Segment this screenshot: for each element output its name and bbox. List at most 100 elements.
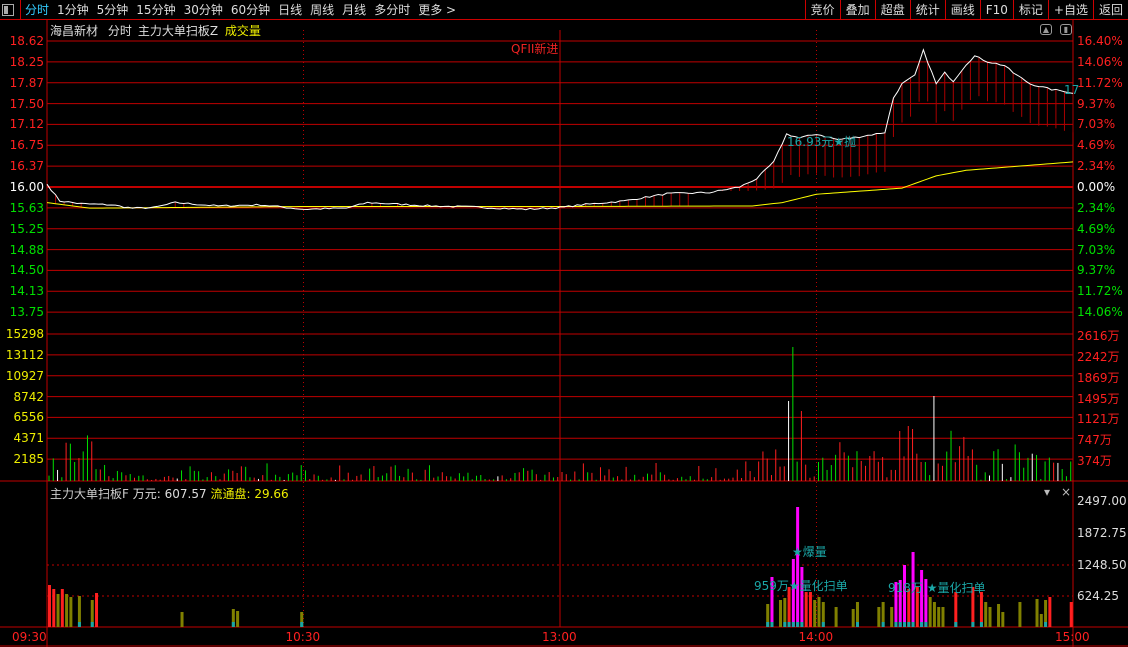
intraday-chart[interactable] [0, 0, 1128, 647]
volume-right-label: 1121万 [1077, 412, 1120, 427]
scan-bar [796, 507, 800, 627]
price-tick-label: 13.75 [9, 305, 44, 320]
scan-bar [954, 592, 958, 627]
price-tick-label: 16.37 [9, 159, 44, 174]
volume-tick-label: 4371 [13, 431, 44, 446]
scan-bar-base [907, 622, 911, 627]
scan-bar [813, 600, 817, 627]
scan-bar-base [796, 622, 800, 627]
price-tick-label: 17.87 [9, 75, 44, 90]
pct-tick-label: 14.06% [1077, 54, 1123, 69]
pct-tick-label: 9.37% [1077, 96, 1116, 111]
scan-bar [779, 600, 783, 627]
volume-label: 成交量 [224, 24, 261, 38]
scan-bar [1069, 602, 1073, 627]
scan-bar [817, 597, 821, 627]
scan-bar [877, 607, 881, 627]
pct-tick-label: 2.34% [1077, 200, 1116, 215]
scan-bar-base [971, 622, 975, 627]
pct-tick-label: 14.06% [1077, 305, 1123, 320]
scan-bar [69, 597, 73, 627]
pct-tick-label: 4.69% [1077, 221, 1116, 236]
scan-bar-base [783, 622, 787, 627]
scan-bar-base [881, 622, 885, 627]
sub-panel-header: 主力大单扫板F 万元: 607.57 流通盘: 29.66 [50, 485, 289, 502]
scan-bar-base [90, 622, 94, 627]
volume-right-label: 374万 [1077, 454, 1112, 469]
scan-bar [1035, 599, 1039, 627]
scan-bar [804, 592, 808, 627]
volume-tick-label: 15298 [5, 327, 44, 341]
scan-bar [1039, 614, 1043, 627]
scan-bar [52, 589, 56, 627]
scan-bar-base [920, 622, 924, 627]
scan-bar [1018, 602, 1022, 627]
scan-bar-base [979, 622, 983, 627]
scan-bar-base [800, 622, 804, 627]
scan-bar-base [821, 622, 825, 627]
dropdown-icon[interactable]: ▾ [1044, 485, 1050, 499]
scan-bar [1048, 597, 1052, 627]
volume-tick-label: 13112 [5, 347, 44, 362]
scan-bar-base [924, 622, 928, 627]
volume-right-label: 2616万 [1077, 329, 1120, 343]
unit-label: 万元: [132, 487, 161, 501]
price-tick-label: 17.12 [9, 117, 44, 132]
scan-bar-base [231, 622, 235, 627]
volume-tick-label: 8742 [13, 389, 44, 404]
chart-mode: 分时 [107, 24, 132, 38]
scan-bar-base [787, 622, 791, 627]
scan-bar [928, 597, 932, 627]
scan-bar [984, 602, 988, 627]
scan-annotation-1: 959万★量化扫单 [754, 579, 848, 593]
pct-tick-label: 2.34% [1077, 159, 1116, 174]
pct-tick-label: 11.72% [1077, 75, 1123, 90]
up-arrow-icon[interactable]: ▲ [1040, 24, 1052, 35]
price-tick-label: 15.25 [9, 221, 44, 236]
scan-bar [180, 612, 184, 627]
scan-bar [851, 609, 855, 627]
pct-tick-label: 7.03% [1077, 242, 1116, 257]
pct-tick-label: 0.00% [1077, 180, 1116, 194]
price-tick-label: 14.13 [9, 284, 44, 299]
window-toggle-icon[interactable]: ▮ [1060, 24, 1072, 35]
scan-bar-base [791, 622, 795, 627]
scan-bar [65, 594, 69, 627]
volume-right-label: 1495万 [1077, 391, 1120, 406]
scan-bar [834, 607, 838, 627]
scan-bar [903, 565, 906, 627]
scan-bar-base [300, 622, 304, 627]
chart-title: 海昌新材 分时 主力大单扫板Z 成交量 [50, 22, 267, 39]
pct-tick-label: 11.72% [1077, 284, 1123, 299]
pct-tick-label: 16.40% [1077, 34, 1123, 48]
scan-bar-base [903, 622, 906, 627]
scan-bar [95, 593, 99, 627]
float-value: 29.66 [254, 487, 289, 501]
scan-bar-base [954, 622, 958, 627]
close-icon[interactable]: × [1061, 485, 1071, 499]
scan-bar [60, 589, 64, 627]
scan-bar [937, 607, 941, 627]
scan-bar [890, 607, 894, 627]
price-tick-label: 17.50 [9, 96, 44, 111]
scan-bar-base [1044, 622, 1048, 627]
scan-bar [800, 567, 804, 627]
price-tick-label: 14.50 [9, 263, 44, 278]
time-label: 14:00 [798, 630, 834, 644]
scan-bar [236, 611, 240, 627]
scan-bar-base [766, 622, 770, 627]
stock-name: 海昌新材 [50, 24, 99, 38]
time-label: 13:00 [542, 630, 577, 644]
volume-tick-label: 6556 [13, 410, 44, 425]
scan-bar [932, 602, 936, 627]
sub-indicator-name[interactable]: 主力大单扫板F [50, 487, 129, 501]
price-tick-label: 18.25 [9, 54, 44, 69]
scan-bar [808, 592, 812, 627]
scan-bar-base [898, 622, 902, 627]
indicator-name[interactable]: 主力大单扫板Z [138, 24, 218, 38]
last-price-annotation: 17 [1064, 83, 1080, 97]
sub-axis-label: 1872.75 [1077, 526, 1127, 540]
pct-tick-label: 7.03% [1077, 117, 1116, 132]
scan-annotation-2: 918万 ★量化扫单 [888, 581, 986, 595]
scan-bar-base [77, 622, 81, 627]
